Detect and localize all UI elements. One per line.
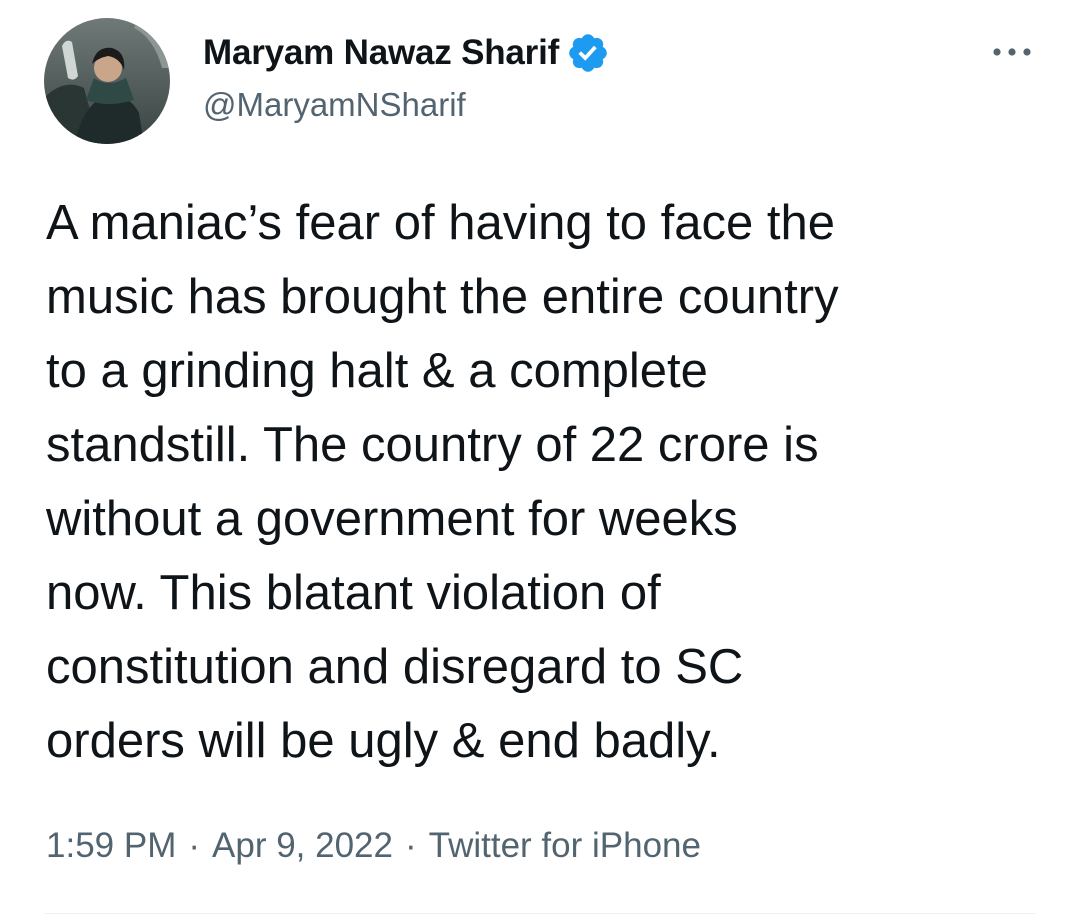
author-display-name[interactable]: Maryam Nawaz Sharif: [203, 33, 559, 73]
avatar-image: [44, 18, 170, 144]
more-options-icon[interactable]: [990, 42, 1034, 62]
tweet-date[interactable]: Apr 9, 2022: [212, 826, 393, 866]
author-handle[interactable]: @MaryamNSharif: [203, 86, 466, 124]
avatar[interactable]: [44, 18, 170, 144]
tweet-time[interactable]: 1:59 PM: [46, 826, 176, 866]
meta-separator: ·: [188, 826, 201, 865]
verified-badge-icon: [566, 31, 610, 75]
tweet-source-link[interactable]: Twitter for iPhone: [429, 826, 701, 866]
tweet-meta: 1:59 PM · Apr 9, 2022 · Twitter for iPho…: [46, 826, 701, 866]
tweet-text: A maniac’s fear of having to face the mu…: [46, 196, 839, 768]
author-name-row[interactable]: Maryam Nawaz Sharif: [203, 31, 610, 75]
meta-separator: ·: [404, 826, 417, 865]
divider: [44, 913, 1036, 914]
